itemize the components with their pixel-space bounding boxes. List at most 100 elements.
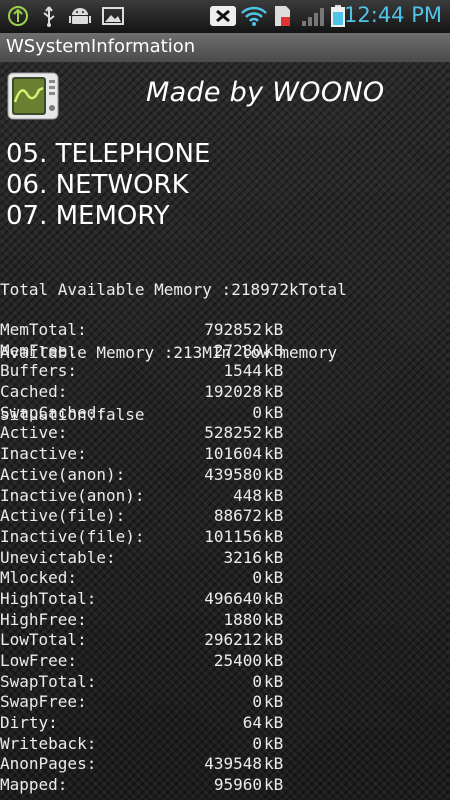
meminfo-row: Active(file): 88672 kB	[0, 506, 300, 527]
meminfo-value: 448	[233, 485, 262, 505]
status-time: 12:44 PM	[344, 3, 442, 27]
meminfo-unit: kB	[264, 692, 284, 712]
meminfo-value: 192028	[204, 382, 262, 402]
meminfo-unit: kB	[264, 526, 284, 546]
meminfo-key: Writeback:	[0, 733, 97, 753]
meminfo-row: HighTotal: 496640 kB	[0, 589, 300, 610]
meminfo-row: MemFree: 27280 kB	[0, 341, 300, 362]
signal-icon	[302, 8, 324, 26]
app-title: WSystemInformation	[6, 36, 196, 57]
menu-item-network[interactable]: 06. NETWORK	[6, 170, 189, 201]
meminfo-row: SwapCached: 0 kB	[0, 403, 300, 424]
meminfo-key: Dirty:	[0, 713, 58, 733]
meminfo-row: Unevictable: 3216 kB	[0, 548, 300, 569]
meminfo-unit: kB	[264, 713, 284, 733]
meminfo-value: 792852	[204, 320, 262, 339]
meminfo-unit: kB	[264, 630, 284, 650]
meminfo-row: Cached: 192028 kB	[0, 382, 300, 403]
meminfo-key: HighFree:	[0, 609, 87, 629]
meminfo-unit: kB	[264, 671, 284, 691]
meminfo-value: 496640	[204, 588, 262, 608]
sd-card-icon	[275, 6, 290, 26]
meminfo-row: LowFree: 25400 kB	[0, 651, 300, 672]
meminfo-key: MemTotal:	[0, 320, 87, 339]
menu-item-telephone[interactable]: 05. TELEPHONE	[6, 139, 210, 170]
meminfo-unit: kB	[264, 609, 284, 629]
usb-icon	[43, 6, 55, 27]
meminfo-row: Dirty: 64 kB	[0, 713, 300, 734]
meminfo-key: SwapFree:	[0, 692, 87, 712]
meminfo-key: Mlocked:	[0, 568, 78, 588]
meminfo-unit: kB	[264, 775, 284, 795]
meminfo-unit: kB	[264, 733, 284, 753]
meminfo-value: 1544	[223, 361, 262, 381]
meminfo-unit: kB	[264, 506, 284, 526]
meminfo-key: Active(anon):	[0, 464, 126, 484]
meminfo-key: LowTotal:	[0, 630, 87, 650]
meminfo-row: Buffers: 1544 kB	[0, 361, 300, 382]
summary-line: Total Available Memory :218972kTotal	[0, 280, 347, 300]
meminfo-row: MemTotal: 792852 kB	[0, 320, 300, 341]
meminfo-value: 1880	[223, 609, 262, 629]
meminfo-unit: kB	[264, 382, 284, 402]
meminfo-unit: kB	[264, 568, 284, 588]
meminfo-key: MemFree:	[0, 340, 78, 360]
meminfo-key: AnonPages:	[0, 754, 97, 774]
meminfo-value: 101604	[204, 444, 262, 464]
meminfo-value: 3216	[223, 547, 262, 567]
meminfo-row: Mapped: 95960 kB	[0, 775, 300, 796]
meminfo-list: MemTotal: 792852 kB MemFree: 27280 kB Buffers:…	[0, 320, 300, 796]
android-icon	[69, 8, 91, 24]
meminfo-row: Inactive: 101604 kB	[0, 444, 300, 465]
image-icon	[102, 7, 124, 25]
meminfo-unit: kB	[264, 547, 284, 567]
meminfo-value: 0	[252, 568, 262, 588]
meminfo-key: HighTotal:	[0, 588, 97, 608]
meminfo-value: 528252	[204, 423, 262, 443]
meminfo-row: Active(anon): 439580 kB	[0, 465, 300, 486]
meminfo-value: 101156	[204, 526, 262, 546]
meminfo-key: Inactive:	[0, 444, 87, 464]
meminfo-value: 25400	[213, 651, 262, 670]
monitor-graph-icon	[7, 72, 59, 120]
made-by-banner: Made by WOONO	[146, 77, 385, 108]
meminfo-value: 88672	[213, 506, 262, 526]
meminfo-key: Inactive(file):	[0, 526, 145, 546]
menu-item-memory[interactable]: 07. MEMORY	[6, 201, 170, 232]
meminfo-unit: kB	[264, 361, 284, 381]
meminfo-row: Active: 528252 kB	[0, 423, 300, 444]
meminfo-row: SwapTotal: 0 kB	[0, 672, 300, 693]
meminfo-key: Unevictable:	[0, 547, 116, 567]
meminfo-unit: kB	[264, 464, 284, 484]
meminfo-row: Inactive(anon): 448 kB	[0, 486, 300, 507]
meminfo-value: 0	[252, 671, 262, 691]
meminfo-unit: kB	[264, 651, 284, 670]
meminfo-key: Active:	[0, 423, 68, 443]
meminfo-value: 0	[252, 692, 262, 712]
meminfo-key: LowFree:	[0, 651, 78, 670]
meminfo-unit: kB	[264, 754, 284, 774]
meminfo-row: AnonPages: 439548 kB	[0, 754, 300, 775]
meminfo-unit: kB	[264, 485, 284, 505]
meminfo-value: 439548	[204, 754, 262, 774]
meminfo-key: Mapped:	[0, 775, 68, 795]
meminfo-key: Buffers:	[0, 361, 78, 381]
meminfo-value: 64	[242, 713, 262, 733]
meminfo-row: Writeback: 0 kB	[0, 734, 300, 755]
meminfo-unit: kB	[264, 588, 284, 608]
meminfo-value: 296212	[204, 630, 262, 650]
meminfo-key: Inactive(anon):	[0, 485, 145, 505]
usb-debug-icon	[8, 6, 28, 26]
meminfo-unit: kB	[264, 423, 284, 443]
meminfo-value: 27280	[213, 340, 262, 360]
meminfo-unit: kB	[264, 444, 284, 464]
meminfo-value: 95960	[213, 775, 262, 795]
meminfo-key: Cached:	[0, 382, 68, 402]
meminfo-unit: kB	[264, 402, 284, 422]
meminfo-value: 0	[252, 733, 262, 753]
status-bar: 12:44 PM	[0, 0, 450, 34]
meminfo-unit: kB	[264, 320, 284, 339]
wifi-off-icon	[210, 6, 236, 26]
meminfo-row: SwapFree: 0 kB	[0, 692, 300, 713]
meminfo-key: Active(file):	[0, 506, 126, 526]
